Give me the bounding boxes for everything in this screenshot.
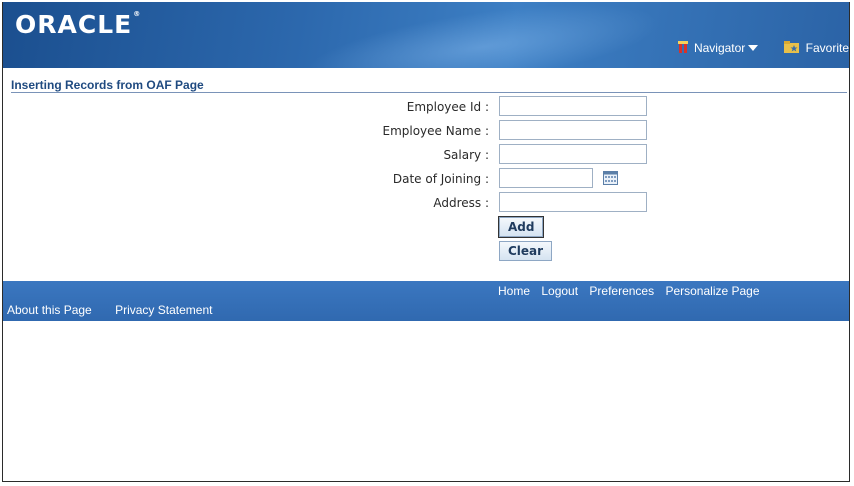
header-links: Navigator Favorite xyxy=(674,40,849,55)
header-bar: ORACLE® Navigator Favorite xyxy=(3,2,849,68)
favorites-menu[interactable]: Favorite xyxy=(766,40,849,55)
oracle-logo: ORACLE® xyxy=(15,10,142,39)
date-of-joining-label: Date of Joining : xyxy=(392,172,489,186)
form-row-employee-name: Employee Name : xyxy=(3,120,849,142)
app-window: ORACLE® Navigator Favorite Inserting Rec… xyxy=(2,2,850,482)
header-sheen xyxy=(299,2,667,68)
employee-id-input[interactable] xyxy=(499,96,647,116)
page-title-bar: Inserting Records from OAF Page xyxy=(11,76,847,93)
employee-name-label: Employee Name : xyxy=(382,124,489,138)
form-row-address: Address : xyxy=(3,192,849,214)
form-row-date-of-joining: Date of Joining : xyxy=(3,168,849,190)
address-label: Address : xyxy=(433,196,489,210)
page-title: Inserting Records from OAF Page xyxy=(11,78,204,92)
salary-label: Salary : xyxy=(443,148,489,162)
global-links: Home Logout Preferences Personalize Page xyxy=(498,284,768,298)
chevron-down-icon xyxy=(748,45,759,51)
clear-button[interactable]: Clear xyxy=(499,241,553,261)
about-page-link[interactable]: About this Page xyxy=(7,303,92,317)
date-of-joining-input[interactable] xyxy=(499,168,593,188)
form-row-employee-id: Employee Id : xyxy=(3,96,849,118)
add-button[interactable]: Add xyxy=(497,216,545,238)
home-icon xyxy=(677,41,688,53)
footer-links: About this Page Privacy Statement xyxy=(7,303,232,317)
footer-bar: Home Logout Preferences Personalize Page… xyxy=(3,281,849,321)
salary-input[interactable] xyxy=(499,144,647,164)
logout-link[interactable]: Logout xyxy=(541,284,578,298)
employee-id-label: Employee Id : xyxy=(406,100,489,114)
form-row-salary: Salary : xyxy=(3,144,849,166)
address-input[interactable] xyxy=(499,192,647,212)
preferences-link[interactable]: Preferences xyxy=(589,284,654,298)
navigator-menu[interactable]: Navigator xyxy=(677,40,759,55)
privacy-statement-link[interactable]: Privacy Statement xyxy=(115,303,212,317)
favorites-label: Favorite xyxy=(805,41,849,55)
calendar-icon[interactable] xyxy=(603,171,618,185)
home-link[interactable]: Home xyxy=(498,284,530,298)
folder-star-icon xyxy=(783,41,800,53)
personalize-page-link[interactable]: Personalize Page xyxy=(665,284,759,298)
navigator-label: Navigator xyxy=(693,41,746,55)
employee-name-input[interactable] xyxy=(499,120,647,140)
